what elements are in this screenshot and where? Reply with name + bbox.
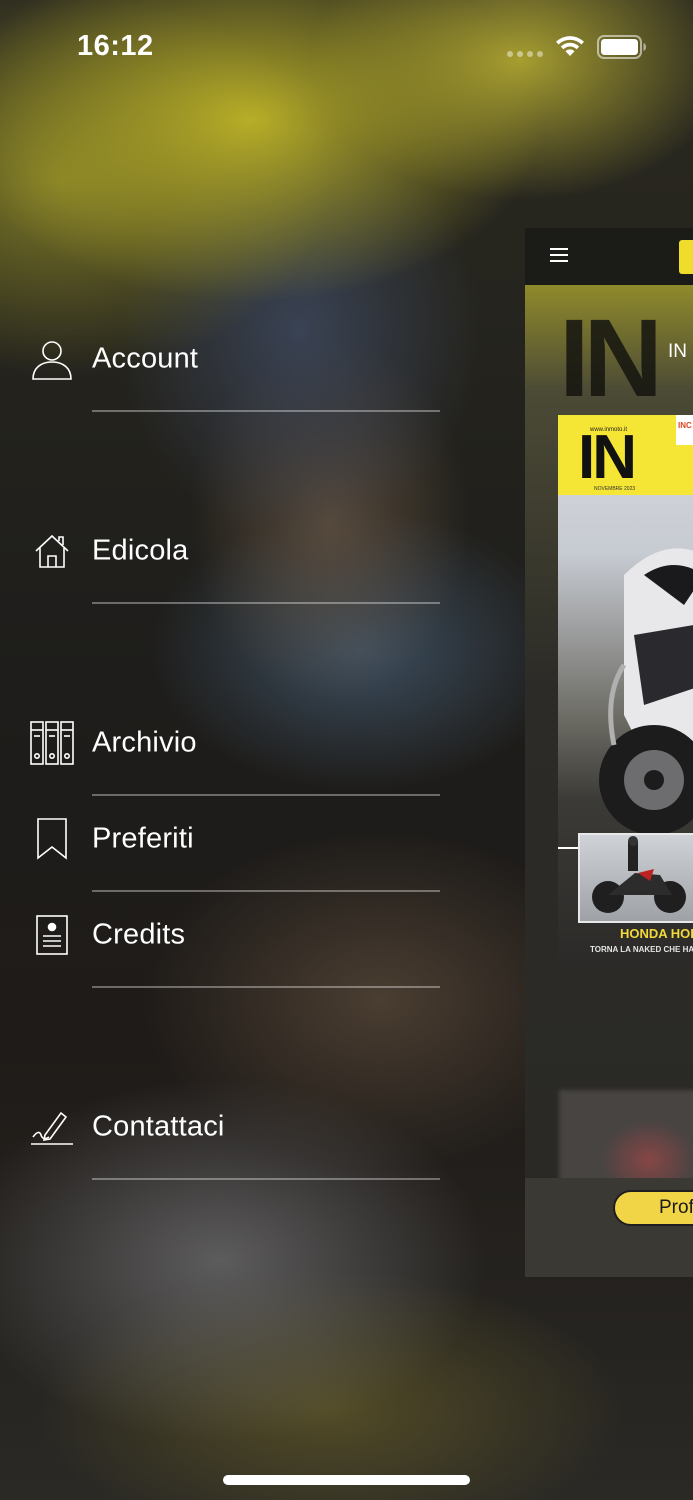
menu-item-preferiti[interactable]: Preferiti xyxy=(28,804,440,892)
id-card-icon xyxy=(28,911,76,959)
cover-divider xyxy=(558,847,578,849)
battery-icon xyxy=(597,35,646,59)
side-menu: Account Edicola Archivio Preferiti Credi… xyxy=(0,0,460,1500)
preview-hero: IN IN www.inmoto.it IN NOVEMBRE 2023 INC xyxy=(525,285,693,1230)
menu-item-label: Archivio xyxy=(92,726,197,759)
menu-item-label: Edicola xyxy=(92,534,189,567)
menu-item-archivio[interactable]: Archivio xyxy=(28,708,440,796)
bookmark-icon xyxy=(28,815,76,863)
preview-header xyxy=(525,228,693,285)
magazine-cover[interactable]: www.inmoto.it IN NOVEMBRE 2023 INC HONDA… xyxy=(558,415,693,967)
menu-item-account[interactable]: Account xyxy=(28,324,440,412)
wifi-icon xyxy=(556,36,584,56)
home-indicator[interactable] xyxy=(223,1475,470,1485)
menu-divider xyxy=(92,410,440,412)
menu-divider xyxy=(92,890,440,892)
cover-badge: INC xyxy=(676,415,693,445)
menu-item-label: Preferiti xyxy=(92,822,194,855)
cover-headline: HONDA HORNE xyxy=(620,926,693,941)
user-icon xyxy=(28,335,76,383)
home-icon xyxy=(28,527,76,575)
menu-item-credits[interactable]: Credits xyxy=(28,900,440,988)
hero-logo-background: IN xyxy=(559,297,663,420)
logo-icon xyxy=(679,240,693,274)
cover-date: NOVEMBRE 2023 xyxy=(594,486,636,492)
hamburger-menu-icon[interactable] xyxy=(549,247,569,263)
binders-icon xyxy=(28,719,76,767)
cover-logo: IN xyxy=(578,423,637,492)
motorcycle-image xyxy=(599,548,693,835)
pen-signature-icon xyxy=(28,1103,76,1151)
cellular-signal-icon xyxy=(507,51,543,57)
hero-title: IN xyxy=(668,341,687,362)
menu-divider xyxy=(92,1178,440,1180)
cover-subheadline: TORNA LA NAKED CHE HA FATT xyxy=(590,945,693,954)
menu-item-label: Account xyxy=(92,342,199,375)
main-screen-preview[interactable]: IN IN www.inmoto.it IN NOVEMBRE 2023 INC xyxy=(525,228,693,1277)
menu-divider xyxy=(92,602,440,604)
profile-button[interactable]: Prof xyxy=(613,1190,693,1226)
menu-divider xyxy=(92,794,440,796)
menu-item-label: Credits xyxy=(92,918,186,951)
menu-divider xyxy=(92,986,440,988)
cover-inset-photo xyxy=(578,833,693,923)
menu-item-label: Contattaci xyxy=(92,1110,225,1143)
menu-item-edicola[interactable]: Edicola xyxy=(28,516,440,604)
menu-item-contattaci[interactable]: Contattaci xyxy=(28,1092,440,1180)
